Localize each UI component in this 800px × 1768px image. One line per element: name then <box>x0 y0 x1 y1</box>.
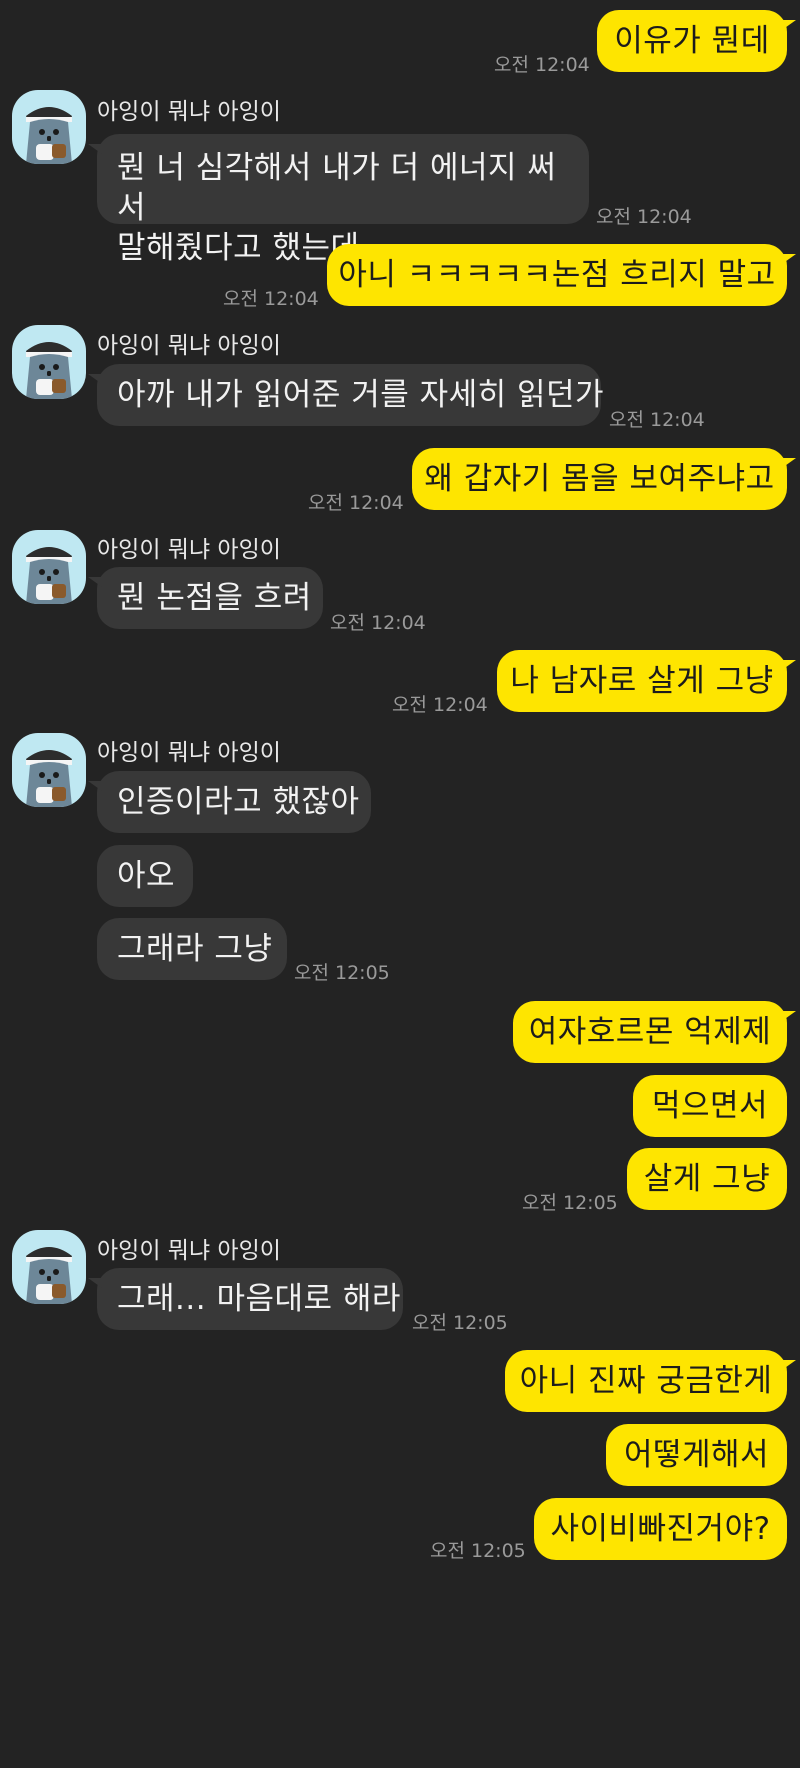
my-message-bubble[interactable]: 살게 그냥 <box>627 1148 787 1210</box>
friend-message-bubble[interactable]: 그래... 마음대로 해라 <box>88 1268 403 1330</box>
my-message-bubble[interactable]: 사이비빠진거야? <box>534 1498 787 1560</box>
friend-avatar[interactable] <box>12 530 86 604</box>
message-timestamp: 오전 12:04 <box>308 492 404 514</box>
message-timestamp: 오전 12:05 <box>294 962 390 984</box>
message-text: 사이비빠진거야? <box>550 1511 771 1547</box>
friend-avatar[interactable] <box>12 1230 86 1304</box>
message-timestamp: 오전 12:05 <box>522 1192 618 1214</box>
message-text: 뭔 논점을 흐려 <box>117 580 312 616</box>
message-timestamp: 오전 12:04 <box>596 206 692 228</box>
message-text: 그래라 그냥 <box>117 931 273 967</box>
friend-message-bubble[interactable]: 뭔 너 심각해서 내가 더 에너지 써서 말해줬다고 했는데 <box>88 134 589 266</box>
cat-character-avatar-icon <box>12 733 86 807</box>
my-message-bubble[interactable]: 왜 갑자기 몸을 보여주냐고 <box>412 448 796 510</box>
message-text: 그래... 마음대로 해라 <box>117 1281 401 1317</box>
message-text: 인증이라고 했잖아 <box>117 784 360 820</box>
cat-character-avatar-icon <box>12 325 86 399</box>
sender-name: 아잉이 뭐냐 아잉이 <box>97 537 281 563</box>
chat-room: 이유가 뭔데 오전 12:04 아잉이 뭐냐 아잉이 뭔 너 심각해서 내가 더… <box>0 0 800 1768</box>
message-text: 여자호르몬 억제제 <box>528 1014 772 1050</box>
message-text: 살게 그냥 <box>643 1161 771 1197</box>
my-message-bubble[interactable]: 어떻게해서 <box>606 1424 787 1486</box>
friend-message-bubble[interactable]: 그래라 그냥 <box>97 918 287 980</box>
message-text: 아오 <box>117 858 176 894</box>
friend-message-bubble[interactable]: 인증이라고 했잖아 <box>88 771 371 833</box>
message-text: 이유가 뭔데 <box>614 23 770 59</box>
sender-name: 아잉이 뭐냐 아잉이 <box>97 99 281 125</box>
friend-avatar[interactable] <box>12 325 86 399</box>
message-text: 먹으면서 <box>651 1088 769 1124</box>
sender-name: 아잉이 뭐냐 아잉이 <box>97 740 281 766</box>
cat-character-avatar-icon <box>12 1230 86 1304</box>
my-message-bubble[interactable]: 여자호르몬 억제제 <box>513 1001 796 1063</box>
friend-message-bubble[interactable]: 아까 내가 읽어준 거를 자세히 읽던가 <box>88 364 605 426</box>
my-message-bubble[interactable]: 먹으면서 <box>633 1075 787 1137</box>
my-message-bubble[interactable]: 나 남자로 살게 그냥 <box>497 650 796 712</box>
friend-avatar[interactable] <box>12 90 86 164</box>
message-text: 나 남자로 살게 그냥 <box>510 663 774 699</box>
my-message-bubble[interactable]: 아니 진짜 궁금한게 <box>505 1350 796 1412</box>
message-text: 아니 진짜 궁금한게 <box>519 1363 773 1399</box>
cat-character-avatar-icon <box>12 530 86 604</box>
my-message-bubble[interactable]: 이유가 뭔데 <box>597 10 796 72</box>
sender-name: 아잉이 뭐냐 아잉이 <box>97 333 281 359</box>
message-text: 아니 ㅋㅋㅋㅋㅋ논점 흐리지 말고 <box>338 257 776 293</box>
message-text-line-1: 뭔 너 심각해서 내가 더 에너지 써서 <box>117 150 557 226</box>
friend-message-bubble[interactable]: 아오 <box>97 845 193 907</box>
message-timestamp: 오전 12:04 <box>494 54 590 76</box>
message-text: 왜 갑자기 몸을 보여주냐고 <box>424 461 775 497</box>
message-timestamp: 오전 12:05 <box>412 1312 508 1334</box>
my-message-bubble[interactable]: 아니 ㅋㅋㅋㅋㅋ논점 흐리지 말고 <box>327 244 796 306</box>
message-text: 아까 내가 읽어준 거를 자세히 읽던가 <box>117 377 605 413</box>
message-timestamp: 오전 12:04 <box>392 694 488 716</box>
friend-message-bubble[interactable]: 뭔 논점을 흐려 <box>88 567 323 629</box>
friend-avatar[interactable] <box>12 733 86 807</box>
message-timestamp: 오전 12:04 <box>330 612 426 634</box>
cat-character-avatar-icon <box>12 90 86 164</box>
sender-name: 아잉이 뭐냐 아잉이 <box>97 1238 281 1264</box>
message-text: 어떻게해서 <box>623 1437 770 1473</box>
message-timestamp: 오전 12:04 <box>223 288 319 310</box>
message-timestamp: 오전 12:04 <box>609 409 705 431</box>
message-timestamp: 오전 12:05 <box>430 1540 526 1562</box>
